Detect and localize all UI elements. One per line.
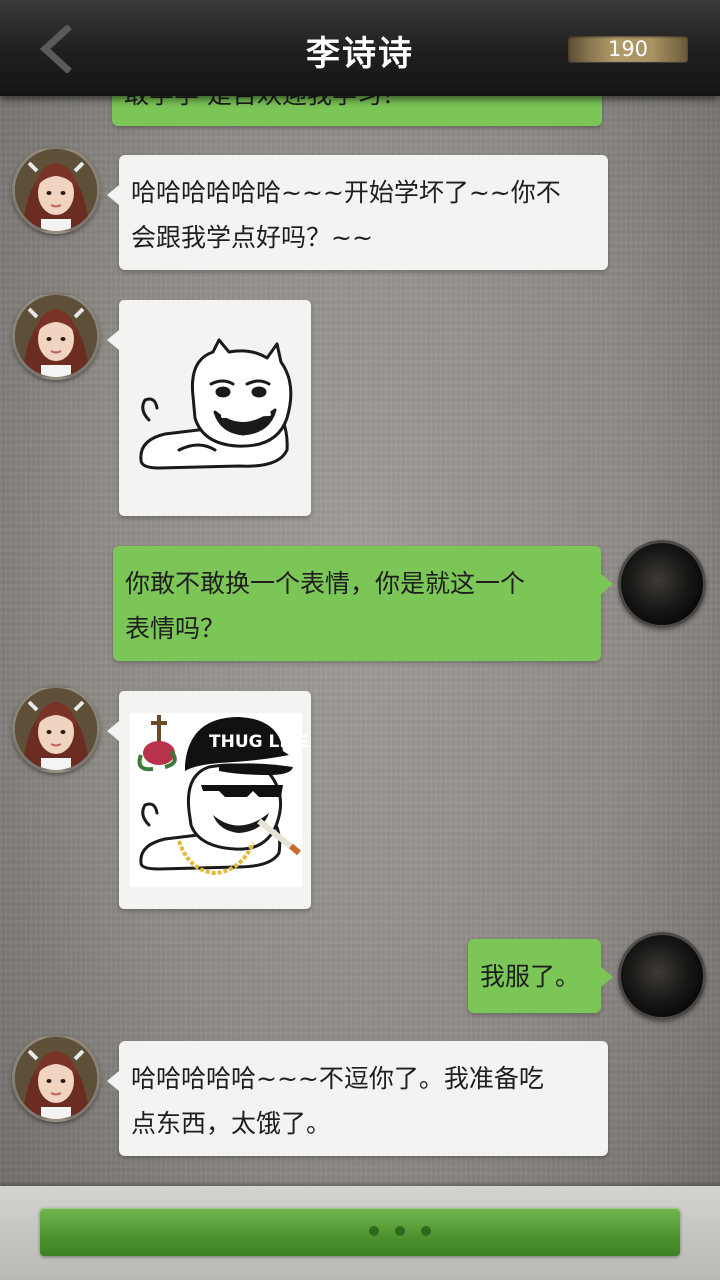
message-list[interactable]: 敢学学 是否欢迎我学习？ 哈哈哈哈哈哈~~~开始学坏了~~你不 会跟我学点好吗？… [0,0,720,1190]
dot [395,1226,405,1236]
thug-life-meme-sticker: THUG LIFE [130,713,309,887]
avatar-image [15,1037,97,1119]
contact-avatar[interactable] [12,685,100,773]
message-bubble-outgoing[interactable]: 你敢不敢换一个表情，你是就这一个 表情吗？ [113,546,613,661]
coin-counter: 190 [568,36,688,62]
typing-dots-icon [360,1226,431,1238]
user-avatar[interactable] [618,932,706,1020]
message-bubble-incoming[interactable]: 哈哈哈哈哈哈~~~开始学坏了~~你不 会跟我学点好吗？~~ [107,155,608,270]
contact-avatar[interactable] [12,146,100,234]
message-bubble-outgoing[interactable]: 我服了。 [468,939,613,1013]
smug-meme-face-sticker [139,338,293,470]
dot [369,1226,379,1236]
chat-screen: 敢学学 是否欢迎我学习？ 哈哈哈哈哈哈~~~开始学坏了~~你不 会跟我学点好吗？… [0,0,720,1280]
message-text: 我服了。 [480,962,581,991]
user-avatar[interactable] [618,540,706,628]
bottom-bar [0,1186,720,1280]
avatar-image [15,688,97,770]
message-text: 你敢不敢换一个表情，你是就这一个 表情吗？ [125,569,526,643]
message-bubble-incoming[interactable]: 哈哈哈哈哈~~~不逗你了。我准备吃 点东西，太饿了。 [107,1041,608,1156]
reply-button[interactable] [40,1208,680,1256]
avatar-image [15,149,97,231]
dot [421,1226,431,1236]
top-bar: 李诗诗 190 [0,0,720,96]
avatar-image [15,295,97,377]
message-text: 哈哈哈哈哈~~~不逗你了。我准备吃 点东西，太饿了。 [131,1064,544,1138]
contact-avatar[interactable] [12,1034,100,1122]
message-text: 哈哈哈哈哈哈~~~开始学坏了~~你不 会跟我学点好吗？~~ [131,178,561,252]
thug-life-cap-text: THUG LIFE [209,732,309,752]
contact-avatar[interactable] [12,292,100,380]
message-sticker-incoming[interactable] [107,300,311,516]
message-sticker-incoming[interactable]: THUG LIFE [107,691,311,909]
